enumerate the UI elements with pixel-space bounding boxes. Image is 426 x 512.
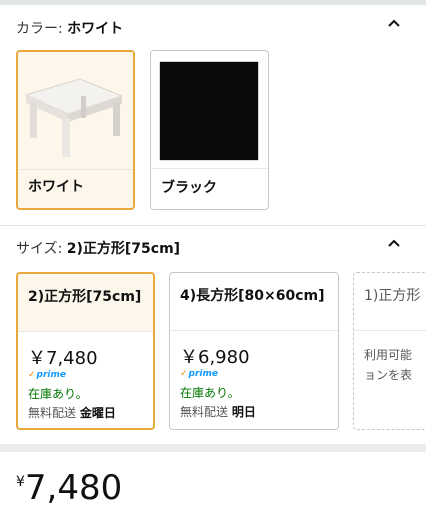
size-option-price: ￥6,980	[180, 347, 250, 368]
prime-badge: ✓prime	[180, 369, 218, 379]
size-option-title: 2)正方形[75cm]	[28, 289, 142, 305]
stock-status: 在庫あり。	[28, 387, 88, 401]
prime-label: prime	[188, 369, 218, 379]
size-option-rect-80x60[interactable]: 4)長方形[80×60cm] ￥6,980 ✓prime 在庫あり。 無料配送 …	[169, 272, 339, 430]
chevron-up-icon[interactable]	[384, 234, 404, 254]
prime-check-icon: ✓	[180, 369, 188, 379]
currency-symbol: ¥	[16, 474, 25, 490]
unavailable-line: 利用可能	[364, 348, 413, 362]
card-divider	[354, 330, 426, 331]
color-section-header[interactable]: カラー: ホワイト	[0, 6, 426, 46]
size-label: サイズ:	[16, 241, 63, 257]
color-option-name: ブラック	[161, 180, 217, 196]
color-label: カラー:	[16, 21, 63, 37]
chevron-up-icon[interactable]	[384, 14, 404, 34]
delivery-day: 明日	[231, 405, 256, 419]
color-label-row: カラー: ホワイト	[16, 18, 123, 38]
shipping-info: 無料配送 明日	[180, 403, 256, 420]
shipping-label: 無料配送	[28, 406, 77, 420]
black-swatch-image	[151, 51, 268, 168]
size-option-title: 1)正方形	[364, 288, 421, 304]
section-divider-thick	[0, 444, 426, 452]
size-selected-value: 2)正方形[75cm]	[66, 241, 181, 257]
shipping-label: 無料配送	[180, 405, 229, 419]
card-divider	[151, 168, 268, 169]
color-option-white[interactable]: ホワイト	[16, 50, 135, 210]
color-option-black[interactable]: ブラック	[150, 50, 269, 210]
white-table-image	[18, 52, 133, 169]
prime-label: prime	[36, 370, 66, 380]
prime-badge: ✓prime	[28, 370, 66, 380]
unavailable-text: 利用可能 ョンを表	[364, 345, 412, 385]
size-option-square-75[interactable]: 2)正方形[75cm] ￥7,480 ✓prime 在庫あり。 無料配送 金曜日	[16, 272, 155, 430]
delivery-day: 金曜日	[79, 406, 116, 420]
size-section-header[interactable]: サイズ: 2)正方形[75cm]	[0, 226, 426, 266]
price-amount: 7,480	[24, 468, 123, 508]
size-option-square-1[interactable]: 1)正方形 利用可能 ョンを表	[353, 272, 426, 430]
prime-check-icon: ✓	[28, 370, 36, 380]
size-label-row: サイズ: 2)正方形[75cm]	[16, 238, 180, 258]
shipping-info: 無料配送 金曜日	[28, 404, 116, 421]
stock-status: 在庫あり。	[180, 386, 240, 400]
color-selected-value: ホワイト	[67, 21, 124, 37]
card-divider	[18, 169, 133, 170]
product-price: ¥7,480	[16, 468, 122, 508]
card-divider	[170, 330, 338, 331]
unavailable-line: ョンを表	[364, 368, 413, 382]
size-option-title: 4)長方形[80×60cm]	[180, 288, 325, 304]
size-option-price: ￥7,480	[28, 348, 98, 369]
card-divider	[18, 331, 153, 332]
color-option-name: ホワイト	[28, 179, 84, 195]
top-divider	[0, 0, 426, 5]
